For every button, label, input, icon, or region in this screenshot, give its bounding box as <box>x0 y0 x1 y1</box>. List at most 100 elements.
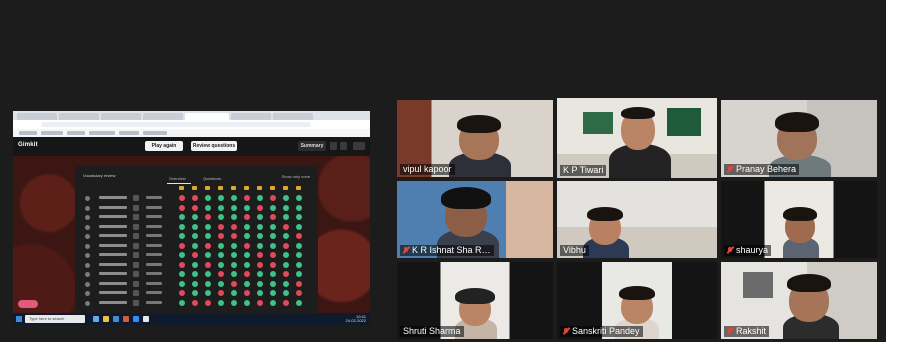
participant-hair <box>775 112 819 132</box>
participant-name: Sanskriti Pandey <box>572 326 640 336</box>
file-explorer-icon[interactable] <box>103 316 109 322</box>
bookmark-item[interactable] <box>89 131 115 135</box>
exit-icon[interactable] <box>353 142 365 150</box>
results-board: Vocabulary review Overview Questions Sho… <box>75 166 318 313</box>
question-header <box>283 186 288 190</box>
video-tile[interactable]: shaurya <box>721 181 877 258</box>
wrong-answer-dot <box>244 290 250 296</box>
video-tile[interactable]: Sanskriti Pandey <box>557 262 717 339</box>
windows-start-icon[interactable] <box>16 316 22 322</box>
taskbar-clock[interactable]: 10:41 24-02-2022 <box>346 315 366 323</box>
question-header <box>205 186 210 190</box>
question-header <box>244 186 249 190</box>
browser-tab[interactable] <box>17 113 57 120</box>
participant-hair <box>783 207 817 221</box>
correct-answer-dot <box>270 271 276 277</box>
correct-answer-dot <box>179 214 185 220</box>
video-tile[interactable]: vipul kapoor <box>397 100 553 177</box>
browser-tab[interactable] <box>101 113 141 120</box>
correct-answer-dot <box>296 261 302 268</box>
browser-tab[interactable] <box>143 113 183 120</box>
wrong-answer-dot <box>244 242 250 249</box>
bookmark-item[interactable] <box>41 131 63 135</box>
tab-questions[interactable]: Questions <box>203 176 221 182</box>
wrong-answer-dot <box>231 223 237 230</box>
participant-hair <box>457 115 501 133</box>
wrong-answer-dot <box>218 271 224 277</box>
player-status-icon <box>133 195 139 201</box>
bookmark-item[interactable] <box>67 131 85 135</box>
participant-name: K R Ishnat Sha R… <box>412 245 491 255</box>
correct-answer-dot <box>270 223 276 230</box>
correct-answer-dot <box>283 280 289 287</box>
video-tile[interactable]: Rakshit <box>721 262 877 339</box>
correct-answer-dot <box>231 204 237 211</box>
participant-hair <box>619 286 655 300</box>
taskbar-search[interactable]: Type here to search <box>25 315 85 323</box>
leave-button[interactable] <box>18 300 38 308</box>
fullscreen-icon[interactable] <box>340 142 347 150</box>
office-icon[interactable] <box>123 316 129 322</box>
video-tile[interactable]: Pranay Behera <box>721 100 877 177</box>
whiteboard <box>583 112 613 134</box>
bookmarks-bar <box>13 129 370 137</box>
wrong-answer-dot <box>179 195 185 201</box>
participant-hair <box>621 107 655 119</box>
player-name-bar <box>99 205 127 209</box>
participant-name: Vibhu <box>563 245 586 255</box>
video-tile[interactable]: K R Ishnat Sha R… <box>397 181 553 258</box>
video-tile-active-speaker[interactable]: K P Tiwari <box>557 98 717 178</box>
zoom-icon[interactable] <box>133 316 139 322</box>
player-score-bar <box>146 281 162 285</box>
correct-answer-dot <box>231 299 237 306</box>
correct-answer-dot <box>257 280 263 287</box>
table-row <box>85 213 310 222</box>
wrong-answer-dot <box>218 223 224 230</box>
tab-overview[interactable]: Overview <box>169 176 186 182</box>
correct-answer-dot <box>231 261 237 268</box>
browser-tab[interactable] <box>59 113 99 120</box>
video-tile[interactable]: Vibhu <box>557 181 717 258</box>
summary-button[interactable]: Summary <box>298 141 326 151</box>
muted-mic-icon <box>727 166 733 173</box>
bookmark-item[interactable] <box>19 131 37 135</box>
browser-tab[interactable] <box>273 113 313 120</box>
filter-toggle[interactable]: Show only none <box>282 174 310 179</box>
browser-tab[interactable] <box>231 113 271 120</box>
correct-answer-dot <box>205 280 211 287</box>
correct-answer-dot <box>283 214 289 220</box>
video-tile[interactable]: Shruti Sharma <box>397 262 553 339</box>
edge-icon[interactable] <box>113 316 119 322</box>
wrong-answer-dot <box>205 299 211 306</box>
correct-answer-dot <box>192 280 198 287</box>
correct-answer-dot <box>231 214 237 220</box>
settings-icon[interactable] <box>330 142 337 150</box>
player-status-icon <box>133 233 139 239</box>
participant-name-label: Shruti Sharma <box>400 326 464 337</box>
correct-answer-dot <box>296 271 302 277</box>
meeting-window: Gimkit Play again Review questions Summa… <box>0 0 886 342</box>
participant-hair <box>787 274 831 292</box>
task-view-icon[interactable] <box>93 316 99 322</box>
url-field[interactable] <box>41 122 311 127</box>
chrome-icon[interactable] <box>143 316 149 322</box>
play-again-button[interactable]: Play again <box>145 141 183 151</box>
player-score-bar <box>146 205 162 209</box>
correct-answer-dot <box>231 290 237 296</box>
participant-name: vipul kapoor <box>403 164 452 174</box>
bookmark-item[interactable] <box>119 131 139 135</box>
table-row <box>85 242 310 251</box>
correct-answer-dot <box>296 204 302 211</box>
app-logo[interactable]: Gimkit <box>18 142 38 148</box>
browser-tab-active[interactable] <box>185 113 229 120</box>
correct-answer-dot <box>218 204 224 211</box>
participant-name: Rakshit <box>736 326 767 336</box>
shared-screen[interactable]: Gimkit Play again Review questions Summa… <box>13 111 370 325</box>
participant-name: Shruti Sharma <box>403 326 461 336</box>
participant-name-label: Vibhu <box>560 245 589 256</box>
review-questions-button[interactable]: Review questions <box>191 141 237 151</box>
bookmark-item[interactable] <box>143 131 167 135</box>
correct-answer-dot <box>192 223 198 230</box>
player-avatar <box>85 272 90 277</box>
table-row <box>85 223 310 232</box>
